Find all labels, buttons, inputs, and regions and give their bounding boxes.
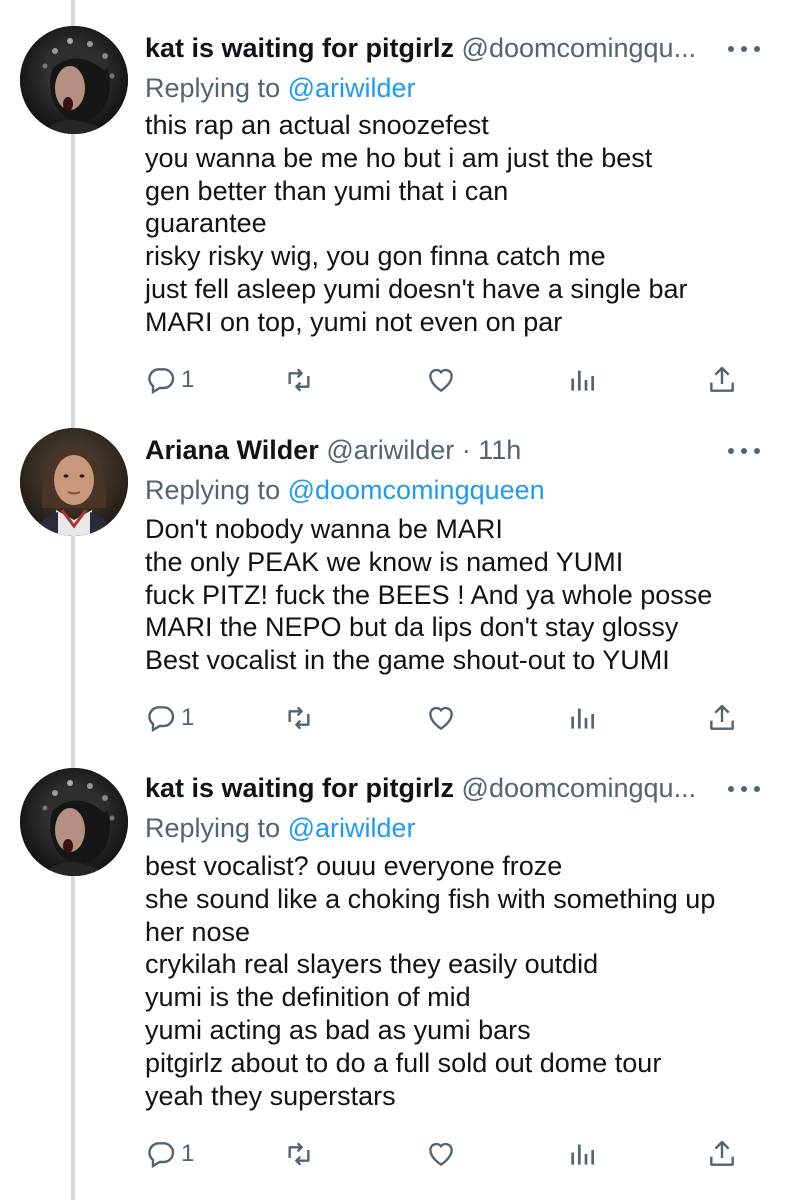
- text-line: MARI the NEPO but da lips don't stay glo…: [145, 612, 679, 643]
- reply-count: 1: [181, 704, 195, 731]
- reply-icon: [148, 368, 175, 395]
- text-line: this rap an actual snoozefest: [145, 110, 489, 140]
- share-button[interactable]: [706, 360, 738, 400]
- action-bar: 1: [145, 1134, 745, 1174]
- reply-count: 1: [181, 1140, 195, 1167]
- woman-portrait-avatar-icon: [20, 428, 128, 536]
- replying-to: Replying to @doomcomingqueen: [145, 472, 545, 508]
- like-button[interactable]: [425, 1134, 457, 1174]
- more-options-icon[interactable]: [728, 774, 760, 804]
- like-button[interactable]: [425, 698, 457, 738]
- replying-to-label: Replying to: [145, 813, 288, 843]
- analytics-button[interactable]: [566, 1134, 598, 1174]
- text-line: yumi acting as bad as yumi bars: [145, 1014, 531, 1045]
- retweet-icon: [288, 1142, 310, 1166]
- share-icon: [710, 1140, 734, 1166]
- tweet-text: Don't nobody wanna be MARI the only PEAK…: [145, 513, 770, 677]
- text-line: Best vocalist in the game shout-out to Y…: [145, 645, 670, 676]
- more-options-icon[interactable]: [728, 436, 760, 466]
- analytics-button[interactable]: [566, 360, 598, 400]
- like-icon: [429, 706, 453, 731]
- replying-to-label: Replying to: [145, 475, 288, 505]
- analytics-icon: [571, 708, 594, 729]
- tweet-text: this rap an actual snoozefest you wanna …: [145, 109, 770, 339]
- share-icon: [710, 704, 734, 730]
- text-line: pitgirlz about to do a full sold out dom…: [145, 1047, 662, 1078]
- text-line: MARI on top, yumi not even on par: [145, 306, 563, 337]
- text-line: yeah they superstars: [145, 1080, 396, 1111]
- retweet-icon: [288, 706, 310, 730]
- dark-portrait-avatar-icon: [20, 26, 128, 134]
- text-line: yumi is the definition of mid: [145, 982, 471, 1013]
- dark-portrait-avatar-icon: [20, 768, 128, 876]
- analytics-icon: [571, 370, 594, 391]
- tweet-header: Ariana Wilder @ariwilder · 11h: [145, 432, 715, 468]
- share-button[interactable]: [706, 698, 738, 738]
- like-button[interactable]: [425, 360, 457, 400]
- share-icon: [710, 366, 734, 392]
- retweet-icon: [288, 368, 310, 392]
- avatar[interactable]: [20, 26, 128, 134]
- thread-connector-line: [71, 0, 75, 1200]
- user-handle[interactable]: @doomcomingqu...: [462, 33, 697, 63]
- mention-link[interactable]: @doomcomingqueen: [288, 475, 545, 505]
- retweet-button[interactable]: [283, 360, 315, 400]
- retweet-button[interactable]: [283, 698, 315, 738]
- tweet-header: kat is waiting for pitgirlz @doomcomingq…: [145, 770, 715, 806]
- text-line: risky risky wig, you gon finna catch me: [145, 241, 606, 272]
- text-line: gen better than yumi that i can: [145, 175, 509, 206]
- user-handle[interactable]: @ariwilder: [326, 435, 454, 465]
- tweet-text: best vocalist? ouuu everyone froze she s…: [145, 850, 770, 1112]
- text-line: Don't nobody wanna be MARI: [145, 514, 503, 544]
- action-bar: 1: [145, 360, 745, 400]
- replying-to: Replying to @ariwilder: [145, 70, 416, 106]
- action-bar: 1: [145, 698, 745, 738]
- reply-button[interactable]: 1: [145, 698, 194, 738]
- text-line: fuck PITZ! fuck the BEES ! And ya whole …: [145, 579, 713, 610]
- display-name[interactable]: kat is waiting for pitgirlz: [145, 33, 454, 63]
- reply-button[interactable]: 1: [145, 1134, 194, 1174]
- analytics-button[interactable]: [566, 698, 598, 738]
- like-icon: [429, 368, 453, 393]
- display-name[interactable]: kat is waiting for pitgirlz: [145, 773, 454, 803]
- retweet-button[interactable]: [283, 1134, 315, 1174]
- text-line: you wanna be me ho but i am just the bes…: [145, 142, 653, 173]
- reply-button[interactable]: 1: [145, 360, 194, 400]
- text-line: her nose: [145, 916, 251, 947]
- avatar[interactable]: [20, 768, 128, 876]
- mention-link[interactable]: @ariwilder: [288, 813, 416, 843]
- text-line: the only PEAK we know is named YUMI: [145, 546, 624, 577]
- share-button[interactable]: [706, 1134, 738, 1174]
- like-icon: [429, 1142, 453, 1167]
- reply-icon: [148, 1142, 175, 1169]
- text-line: best vocalist? ouuu everyone froze: [145, 851, 563, 881]
- display-name[interactable]: Ariana Wilder: [145, 435, 319, 465]
- tweet-header: kat is waiting for pitgirlz @doomcomingq…: [145, 30, 715, 66]
- replying-to-label: Replying to: [145, 73, 288, 103]
- mention-link[interactable]: @ariwilder: [288, 73, 416, 103]
- more-options-icon[interactable]: [728, 34, 760, 64]
- user-handle[interactable]: @doomcomingqu...: [462, 773, 697, 803]
- replying-to: Replying to @ariwilder: [145, 810, 416, 846]
- text-line: just fell asleep yumi doesn't have a sin…: [145, 273, 688, 304]
- text-line: she sound like a choking fish with somet…: [145, 883, 716, 914]
- analytics-icon: [571, 1144, 594, 1165]
- reply-count: 1: [181, 366, 195, 393]
- text-line: crykilah real slayers they easily outdid: [145, 949, 599, 980]
- reply-icon: [148, 706, 175, 733]
- timestamp[interactable]: · 11h: [462, 435, 522, 465]
- avatar[interactable]: [20, 428, 128, 536]
- text-line: guarantee: [145, 208, 267, 239]
